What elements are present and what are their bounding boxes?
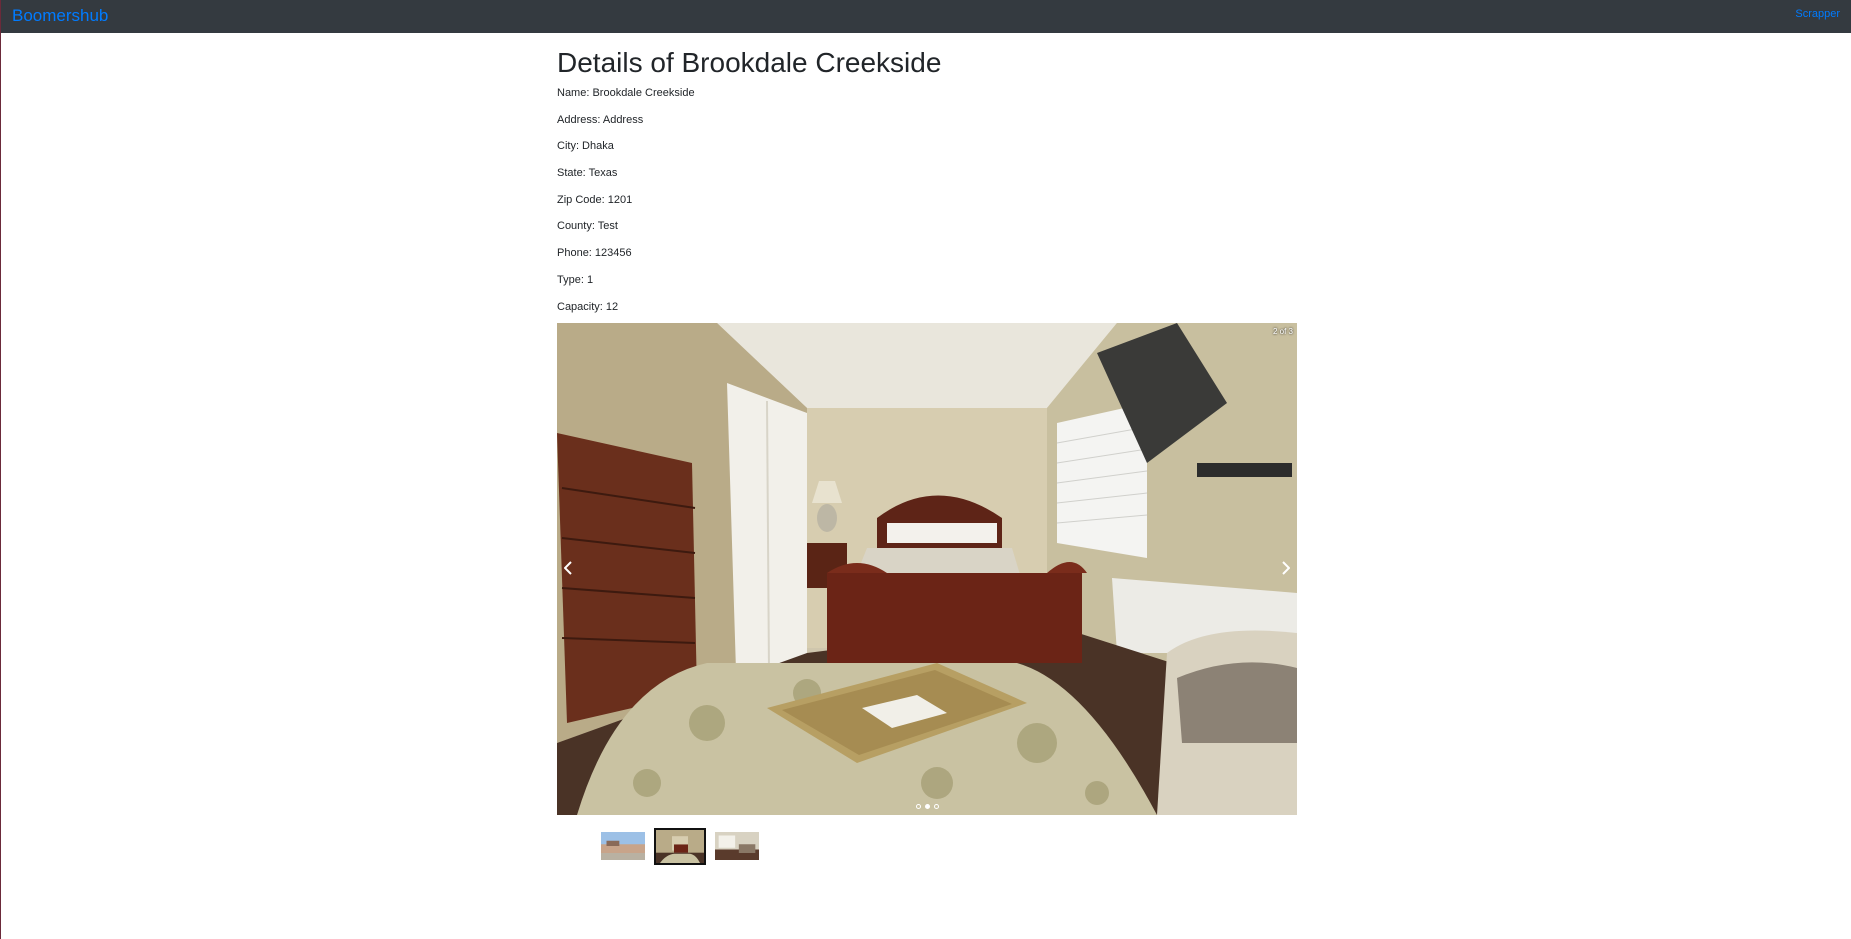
- detail-phone: Phone: 123456: [557, 247, 632, 260]
- detail-zip-code: Zip Code: 1201: [557, 193, 633, 206]
- page-title: Details of Brookdale Creekside: [557, 47, 942, 78]
- slide-bullets: [557, 804, 1297, 809]
- thumbnail-strip: [599, 828, 761, 865]
- detail-city: City: Dhaka: [557, 140, 614, 153]
- navbar: Boomershub Scrapper: [1, 0, 1851, 33]
- detail-state: State: Texas: [557, 167, 618, 180]
- chevron-left-icon: [564, 561, 572, 575]
- thumbnail-living-room[interactable]: [713, 830, 761, 862]
- details-list: Name: Brookdale Creekside Address: Addre…: [557, 84, 695, 326]
- slide-bullet-2[interactable]: [924, 804, 930, 809]
- details-section: Details of Brookdale Creekside Name: Bro…: [557, 46, 1297, 313]
- prev-slide-button[interactable]: [561, 555, 575, 581]
- thumbnail-bedroom[interactable]: [654, 828, 706, 865]
- image-gallery[interactable]: 2 of 3: [557, 323, 1297, 815]
- detail-type: Type: 1: [557, 273, 594, 286]
- thumbnail-exterior[interactable]: [599, 830, 647, 862]
- scrapper-link[interactable]: Scrapper: [1795, 8, 1840, 20]
- chevron-right-icon: [1282, 561, 1290, 575]
- bedroom-photo: [557, 323, 1297, 815]
- slide-counter: 2 of 3: [1272, 327, 1293, 336]
- detail-county: County: Test: [557, 220, 618, 233]
- slide-bullet-3[interactable]: [933, 804, 939, 809]
- detail-name: Name: Brookdale Creekside: [557, 87, 695, 99]
- next-slide-button[interactable]: [1279, 555, 1293, 581]
- brand-link[interactable]: Boomershub: [12, 6, 108, 26]
- detail-address: Address: Address: [557, 113, 644, 126]
- slide-bullet-1[interactable]: [915, 804, 921, 809]
